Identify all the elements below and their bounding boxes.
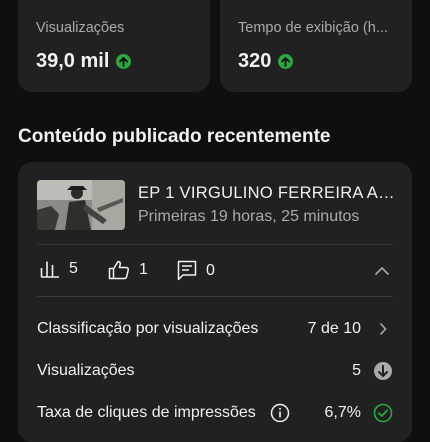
metric-row-views[interactable]: Visualizações 5 <box>37 359 393 383</box>
views-engagement: 5 <box>40 260 78 278</box>
watch-time-stat-card[interactable]: Tempo de exibição (h... 320 <box>220 0 412 92</box>
video-thumbnail[interactable] <box>37 180 125 230</box>
metric-label-text: Taxa de cliques de impressões <box>37 404 256 421</box>
chevron-right-icon[interactable] <box>373 322 393 336</box>
likes-count: 1 <box>139 261 148 278</box>
metric-label: Taxa de cliques de impressões <box>37 403 325 423</box>
comments-engagement: 0 <box>177 260 215 281</box>
comments-count: 0 <box>206 261 215 279</box>
recent-content-card: EP 1 VIRGULINO FERREIRA APÊ... Primeiras… <box>18 162 412 442</box>
comment-icon <box>177 260 197 281</box>
section-title: Conteúdo publicado recentemente <box>18 126 331 147</box>
video-meta: Primeiras 19 horas, 25 minutos <box>138 208 360 225</box>
metric-value: 7 de 10 <box>307 320 361 337</box>
metric-value: 5 <box>352 362 361 379</box>
check-circle-icon <box>373 403 393 423</box>
down-arrow-circle-icon <box>373 361 393 381</box>
views-stat-value: 39,0 mil <box>36 50 110 72</box>
divider <box>37 244 393 245</box>
metric-value: 6,7% <box>324 404 361 421</box>
chevron-up-icon[interactable] <box>374 263 390 281</box>
watch-time-stat-value: 320 <box>238 50 272 72</box>
likes-engagement: 1 <box>108 260 148 280</box>
views-stat-label: Visualizações <box>36 20 125 36</box>
thumbs-up-icon <box>108 260 130 280</box>
metric-row-ctr[interactable]: Taxa de cliques de impressões 6,7% <box>37 401 393 425</box>
bar-chart-icon <box>40 261 59 278</box>
info-icon[interactable] <box>270 403 290 423</box>
metric-label: Classificação por visualizações <box>37 320 259 337</box>
up-arrow-icon <box>278 54 294 69</box>
up-arrow-icon <box>116 54 132 69</box>
divider <box>37 296 393 297</box>
views-count: 5 <box>69 260 78 277</box>
metric-row-ranking[interactable]: Classificação por visualizações 7 de 10 <box>37 317 393 341</box>
views-stat-card[interactable]: Visualizações 39,0 mil <box>18 0 210 92</box>
metric-label: Visualizações <box>37 362 135 379</box>
watch-time-stat-label: Tempo de exibição (h... <box>238 20 388 36</box>
video-title[interactable]: EP 1 VIRGULINO FERREIRA APÊ... <box>138 184 396 203</box>
